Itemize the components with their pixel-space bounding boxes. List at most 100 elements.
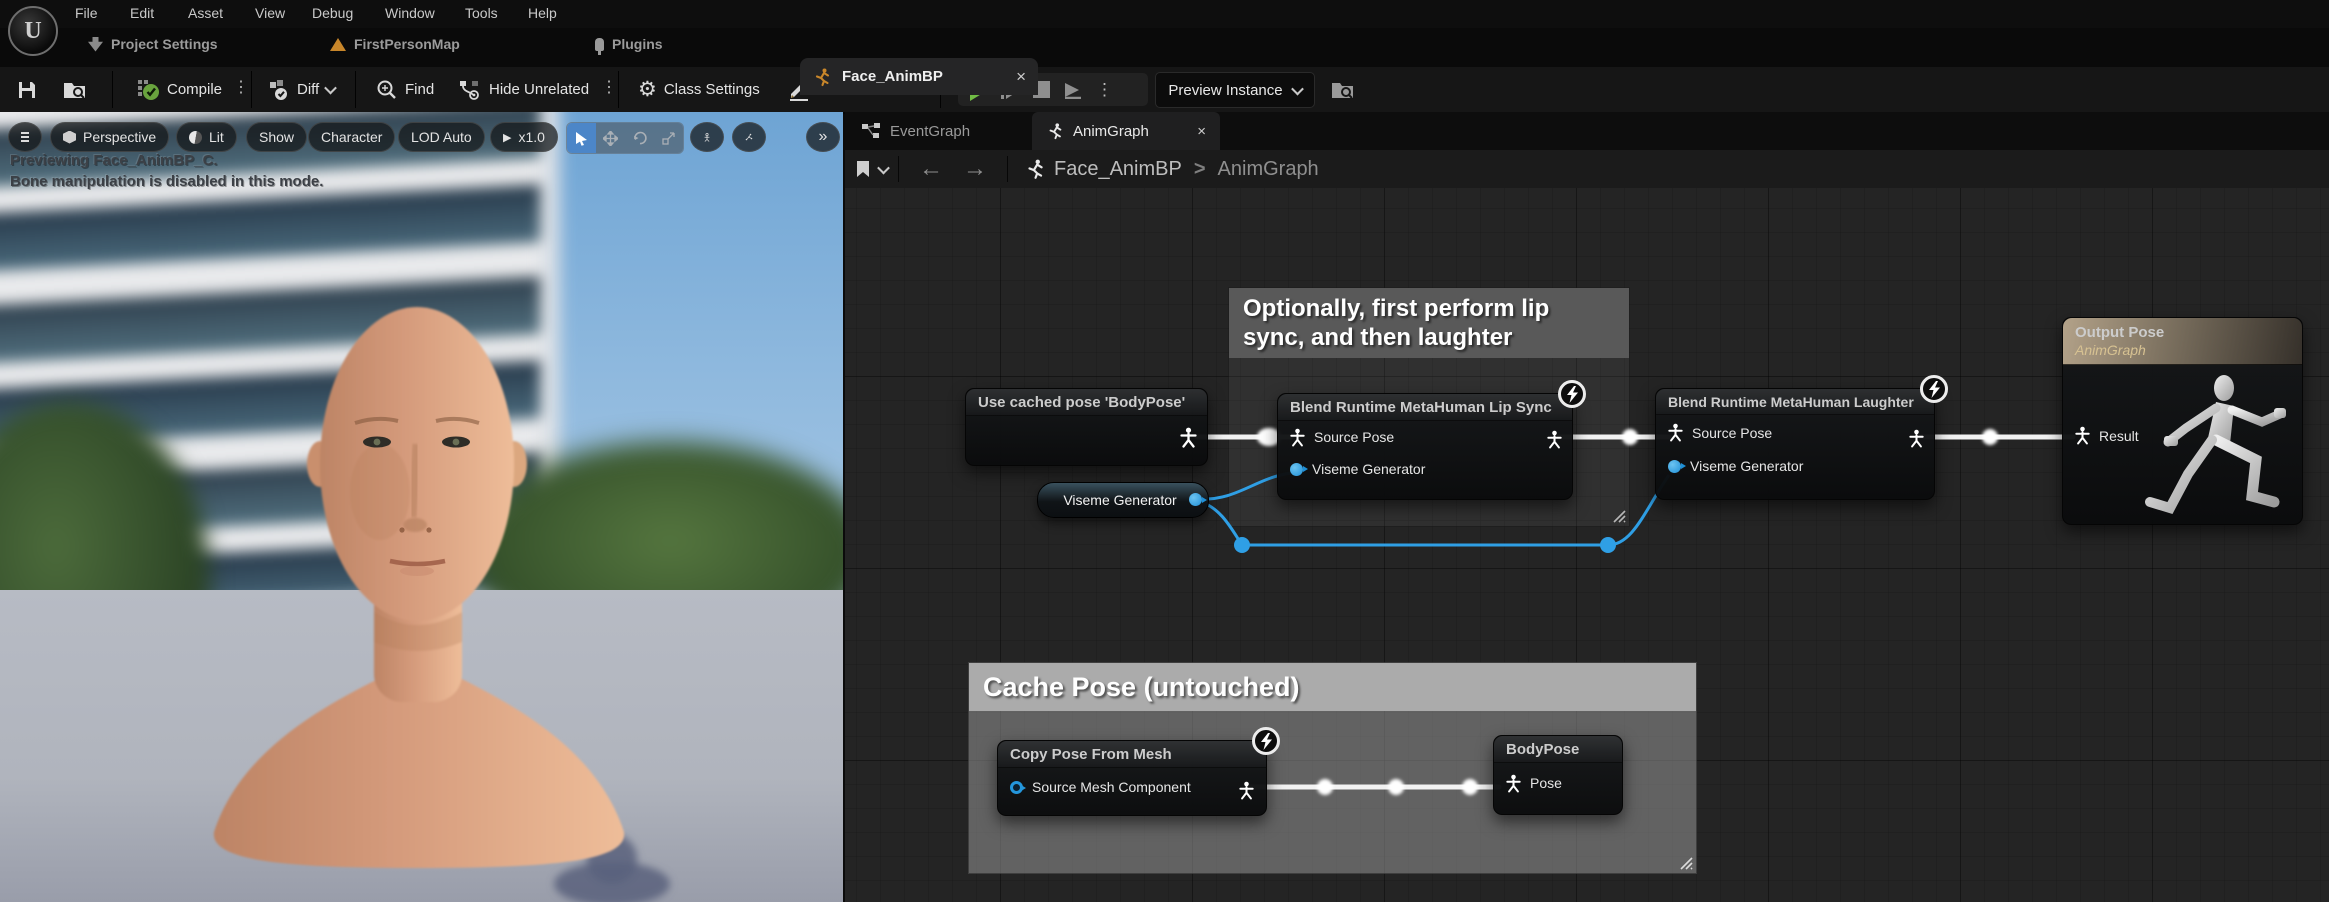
wire-bead [1388, 779, 1404, 795]
viewport-overflow-button[interactable]: » [806, 122, 840, 152]
skeleton-options-button[interactable] [690, 122, 724, 152]
eventgraph-icon [861, 122, 881, 140]
move-tool-button[interactable] [596, 123, 625, 153]
lightning-icon [1928, 381, 1941, 398]
rotate-tool-button[interactable] [625, 123, 654, 153]
node-title: Copy Pose From Mesh [998, 741, 1266, 768]
tab-plugins[interactable]: Plugins [595, 36, 663, 52]
animgraph-canvas[interactable]: Optionally, first perform lip sync, and … [845, 188, 2329, 902]
node-output-pose[interactable]: Output Pose AnimGraph Result [2062, 317, 2303, 525]
pose-pin-out[interactable] [1239, 781, 1254, 800]
menu-tools[interactable]: Tools [465, 5, 498, 21]
wire-bead [1462, 779, 1478, 795]
menu-debug[interactable]: Debug [312, 5, 353, 21]
pose-pin-in[interactable] [1668, 423, 1683, 442]
find-button[interactable]: Find [376, 75, 434, 104]
reroute-node[interactable] [1600, 537, 1616, 553]
tab-eventgraph[interactable]: EventGraph [847, 112, 984, 150]
wire-bead [1317, 779, 1333, 795]
perspective-dropdown[interactable]: Perspective [50, 122, 169, 152]
character-dropdown[interactable]: Character [308, 122, 395, 152]
graph-panel: EventGraph AnimGraph × ← → [845, 112, 2329, 902]
node-blend-lipsync[interactable]: Blend Runtime MetaHuman Lip Sync Source … [1277, 393, 1573, 500]
viseme-pin-in[interactable] [1668, 460, 1681, 473]
save-icon [16, 79, 38, 101]
wire-bead [1982, 429, 1998, 445]
viewport-menu-button[interactable] [8, 122, 42, 152]
node-copy-pose-from-mesh[interactable]: Copy Pose From Mesh Source Mesh Componen… [997, 740, 1267, 816]
close-tab-icon[interactable]: × [1016, 67, 1026, 87]
asset-tab-strip: Project Settings FirstPersonMap Plugins … [0, 28, 2329, 67]
pose-pin-out[interactable] [1180, 427, 1197, 448]
cursor-icon [575, 131, 588, 146]
graph-tab-strip: EventGraph AnimGraph × [845, 112, 2329, 150]
close-tab-icon[interactable]: × [1197, 123, 1206, 140]
menu-file[interactable]: File [75, 5, 98, 21]
select-tool-button[interactable] [567, 123, 596, 153]
search-icon [376, 79, 398, 101]
preview-viewport[interactable]: Previewing Face_AnimBP_C. Bone manipulat… [0, 112, 843, 902]
class-settings-button[interactable]: ⚙ Class Settings [638, 75, 760, 104]
reroute-node[interactable] [1234, 537, 1250, 553]
skip-to-end-button[interactable] [1063, 81, 1083, 99]
breadcrumb-separator: > [1194, 158, 1206, 181]
save-button[interactable] [16, 75, 38, 104]
mannequin-figure [2140, 370, 2300, 520]
bone-draw-button[interactable] [732, 122, 766, 152]
browse-preview-button[interactable] [1330, 75, 1356, 104]
fast-path-badge [1252, 727, 1280, 755]
node-viseme-generator-variable[interactable]: Viseme Generator [1037, 482, 1209, 518]
nav-back-button[interactable]: ← [919, 157, 943, 181]
browse-asset-button[interactable] [62, 75, 88, 104]
pose-pin-in[interactable] [1506, 774, 1521, 793]
tab-firstpersonmap[interactable]: FirstPersonMap [330, 36, 460, 52]
menu-help[interactable]: Help [528, 5, 557, 21]
diff-button[interactable]: Diff [268, 75, 335, 104]
node-subtitle: AnimGraph [2075, 342, 2290, 358]
breadcrumb-current: AnimGraph [1218, 158, 1319, 181]
pose-pin-in[interactable] [2075, 426, 2090, 445]
node-bodypose-cache[interactable]: BodyPose Pose [1493, 735, 1623, 815]
hide-unrelated-button[interactable]: Hide Unrelated [458, 75, 589, 104]
tab-animgraph[interactable]: AnimGraph × [1032, 112, 1220, 150]
mesh-component-pin-in[interactable] [1010, 781, 1023, 794]
node-title: Use cached pose 'BodyPose' [966, 389, 1207, 416]
pose-pin-out[interactable] [1909, 429, 1924, 448]
fast-path-badge [1920, 375, 1948, 403]
viseme-pin-out[interactable] [1189, 493, 1202, 506]
menu-view[interactable]: View [255, 5, 285, 21]
compile-options-kebab[interactable]: ⋮ [233, 80, 249, 96]
variable-label: Viseme Generator [1063, 492, 1176, 508]
play-options-kebab[interactable]: ⋮ [1096, 81, 1113, 98]
preview-instance-dropdown[interactable]: Preview Instance [1155, 72, 1315, 108]
scale-tool-button[interactable] [654, 123, 683, 153]
unreal-logo-icon[interactable]: U [8, 6, 58, 56]
gear-icon: ⚙ [638, 77, 657, 102]
lit-dropdown[interactable]: Lit [176, 122, 237, 152]
playback-speed-button[interactable]: ▶x1.0 [490, 122, 558, 152]
nav-forward-button[interactable]: → [963, 157, 987, 181]
lightning-icon [1260, 733, 1273, 750]
node-use-cached-pose[interactable]: Use cached pose 'BodyPose' [965, 388, 1208, 466]
editor-toolbar: Compile ⋮ Diff Find Hide Unrelated ⋮ ⚙ C… [0, 67, 2329, 114]
pose-pin-in[interactable] [1290, 428, 1305, 447]
hide-unrelated-kebab[interactable]: ⋮ [601, 80, 617, 96]
bookmark-chevron-icon[interactable] [877, 161, 890, 174]
menu-window[interactable]: Window [385, 5, 435, 21]
bookmark-icon[interactable] [855, 160, 871, 178]
viseme-pin-in[interactable] [1290, 463, 1303, 476]
node-blend-laughter[interactable]: Blend Runtime MetaHuman Laughter Source … [1655, 388, 1935, 500]
menu-asset[interactable]: Asset [188, 5, 223, 21]
compile-button[interactable]: Compile [136, 75, 222, 104]
menu-edit[interactable]: Edit [130, 5, 154, 21]
tab-project-settings[interactable]: Project Settings [88, 36, 218, 52]
perspective-cube-icon [63, 131, 76, 144]
tab-face-animbp[interactable]: Face_AnimBP × [800, 58, 1038, 95]
show-dropdown[interactable]: Show [246, 122, 307, 152]
chevron-down-icon [1291, 82, 1304, 95]
pose-pin-out[interactable] [1547, 430, 1562, 449]
rotate-icon [633, 131, 647, 145]
hamburger-icon [21, 136, 29, 138]
lod-dropdown[interactable]: LOD Auto [398, 122, 485, 152]
breadcrumb-root[interactable]: Face_AnimBP [1054, 158, 1182, 181]
